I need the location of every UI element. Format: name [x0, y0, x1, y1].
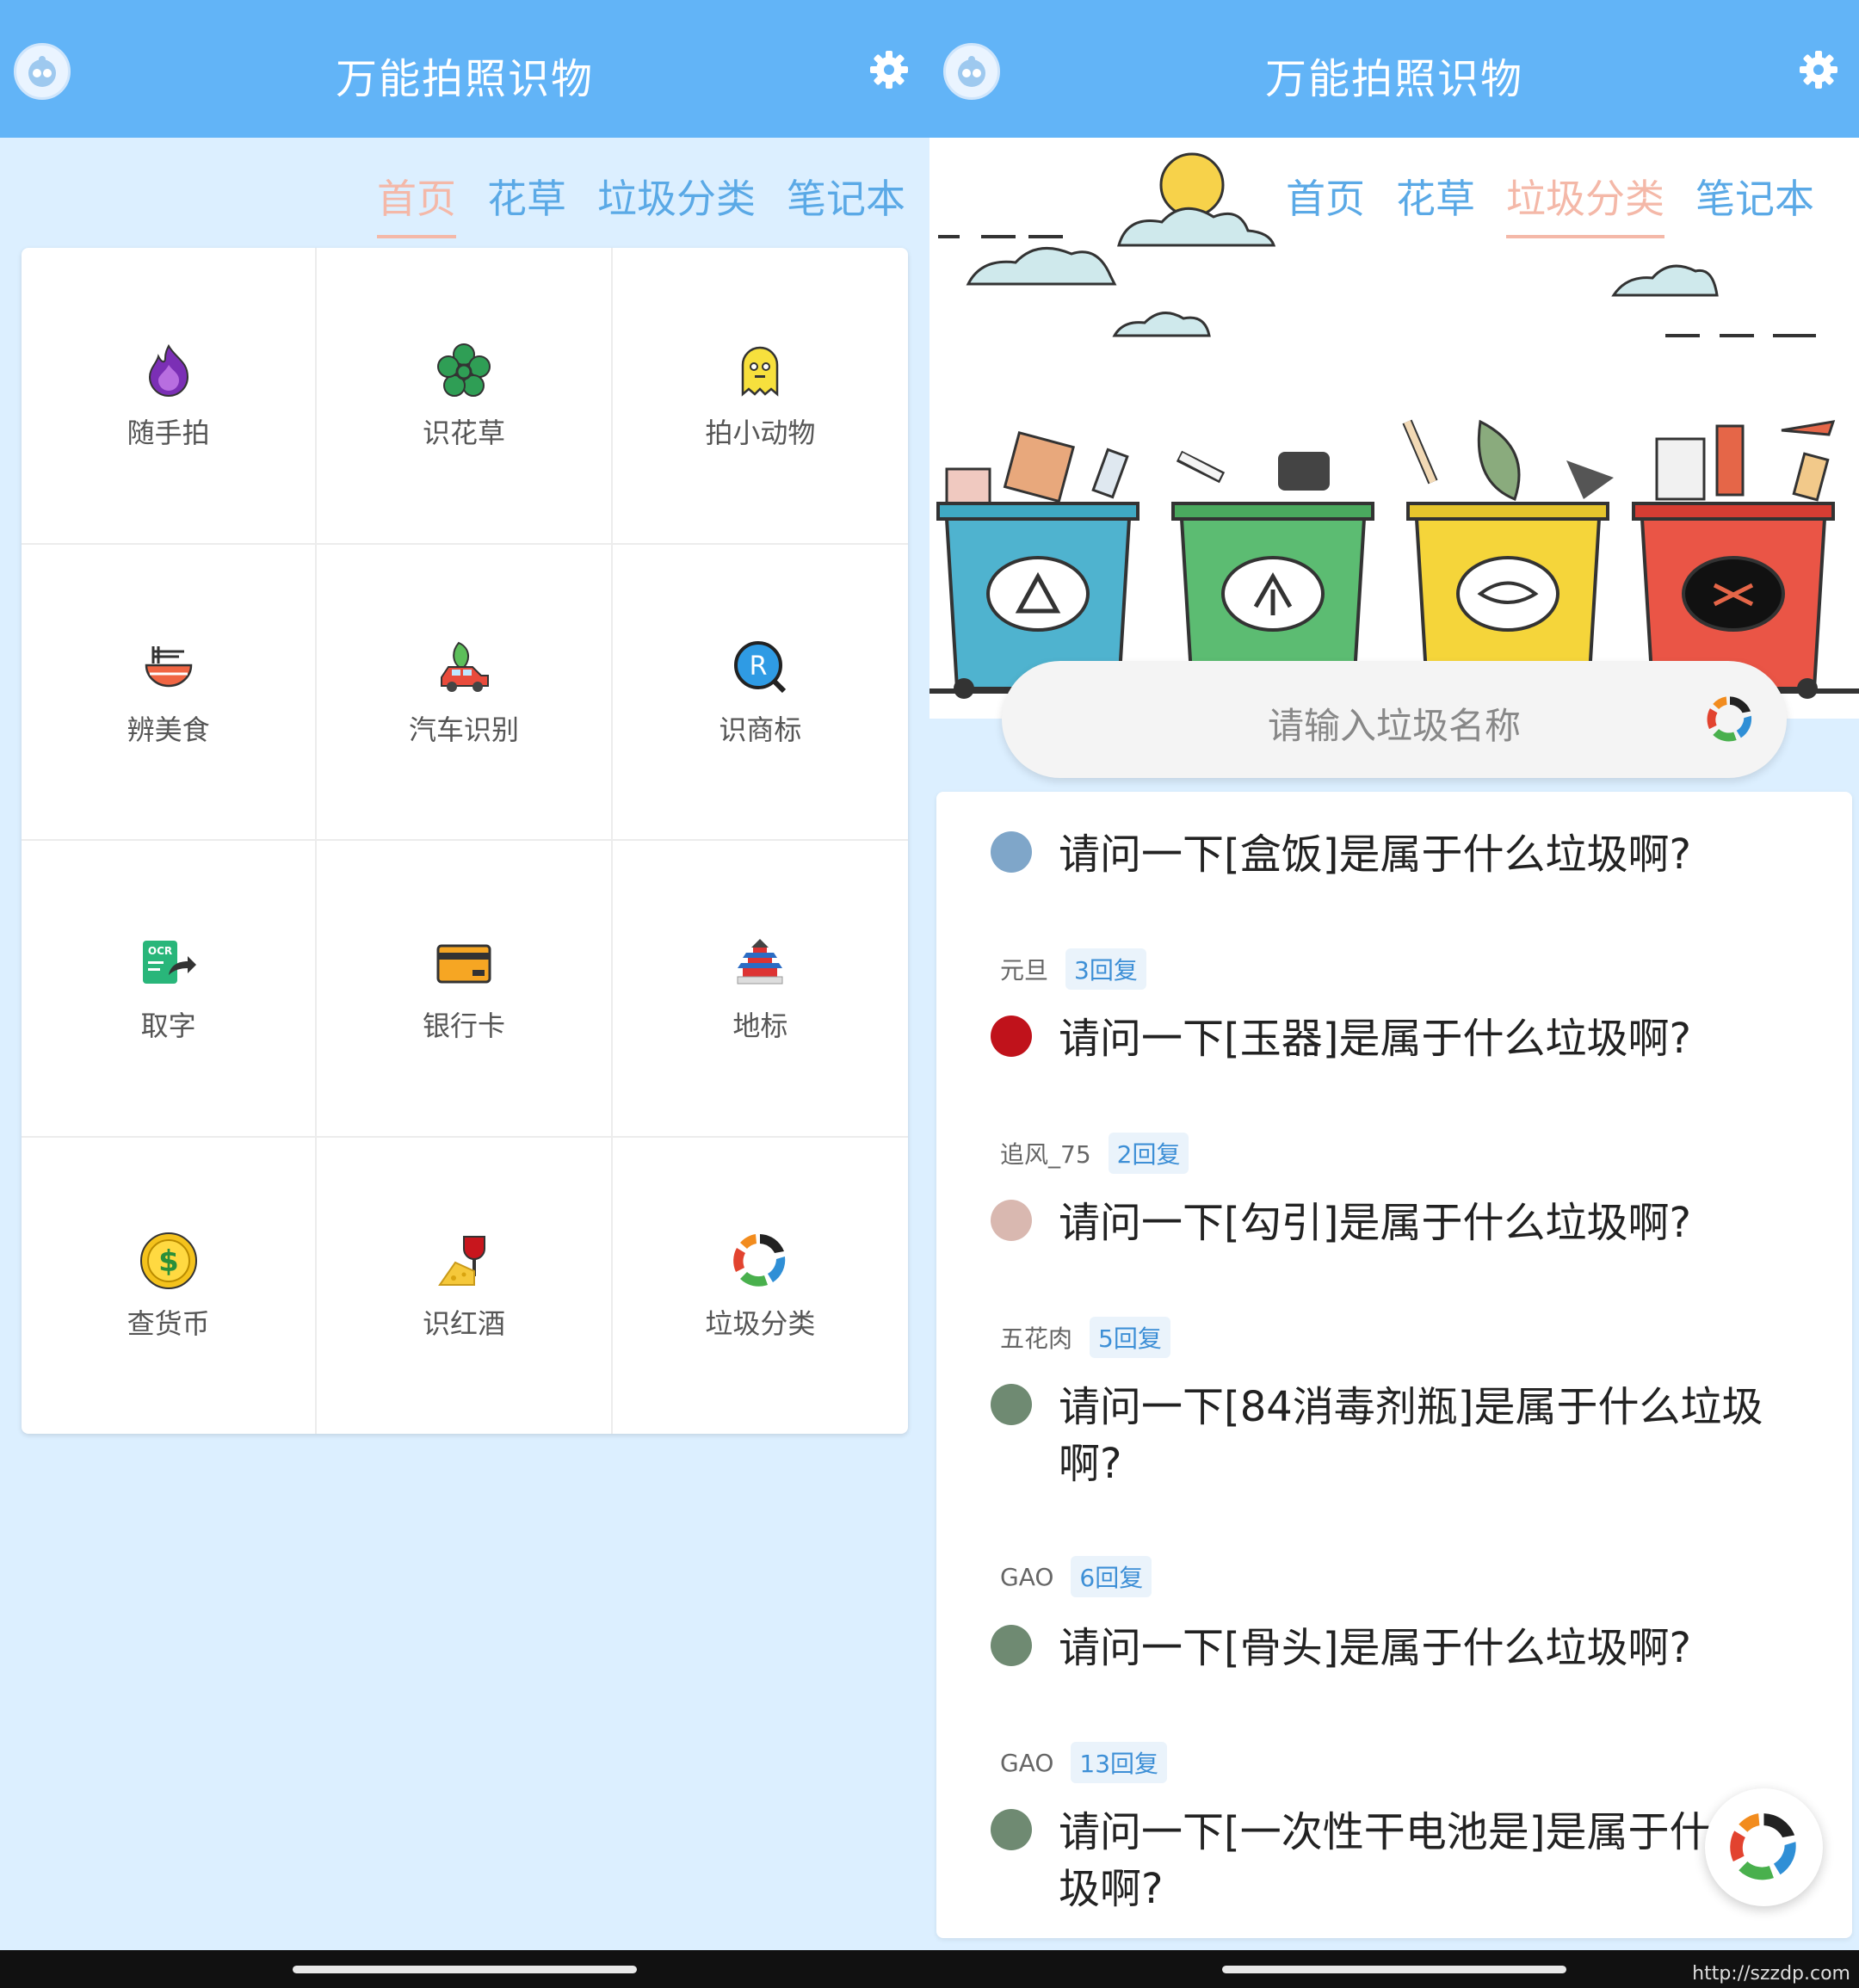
reply-count-badge: 6回复	[1071, 1556, 1152, 1597]
reply-count-badge: 3回复	[1065, 948, 1146, 990]
avatar	[991, 1384, 1032, 1425]
app-title: 万能拍照识物	[335, 55, 594, 103]
avatar	[991, 1809, 1032, 1850]
post-title: 请问一下[勾引]是属于什么垃圾啊?	[1059, 1199, 1691, 1247]
flower-icon	[436, 343, 491, 398]
reply-count-badge: 2回复	[1108, 1133, 1189, 1174]
post-meta: GAO 6回复	[1000, 1556, 1152, 1597]
post-author: GAO	[1000, 1562, 1054, 1591]
post-author: 五花肉	[1000, 1324, 1073, 1353]
home-screen: 万能拍照识物 首页 花草 垃圾分类 笔记本 随手拍 识花草 拍小动物 辨美食 汽…	[0, 0, 930, 1988]
recycle-icon[interactable]	[1704, 694, 1756, 745]
post-title: 请问一下[盒饭]是属于什么垃圾啊?	[1059, 830, 1691, 879]
post-author: GAO	[1000, 1748, 1054, 1777]
tab-flowers[interactable]: 花草	[1396, 168, 1475, 238]
tab-bar: 首页 花草 垃圾分类 笔记本	[377, 168, 905, 238]
app-bar: 万能拍照识物	[930, 0, 1859, 138]
app-bar: 万能拍照识物	[0, 0, 930, 138]
feature-label: 汽车识别	[408, 713, 519, 746]
tab-bar: 首页 花草 垃圾分类 笔记本	[1286, 168, 1814, 238]
dollar-coin-icon: $	[139, 1232, 197, 1289]
tab-flowers[interactable]: 花草	[487, 168, 566, 238]
search-placeholder: 请输入垃圾名称	[1267, 705, 1521, 747]
feature-garbage[interactable]: 垃圾分类	[613, 1138, 908, 1435]
ghost-icon	[742, 347, 779, 397]
svg-text:OCR: OCR	[148, 945, 172, 957]
feature-snap[interactable]: 随手拍	[22, 248, 318, 545]
feature-landmark[interactable]: 地标	[612, 841, 908, 1138]
post-title: 请问一下[一次性干电池是]是属于什么垃圾啊?	[1059, 1808, 1794, 1913]
feature-ocr[interactable]: OCR 取字	[22, 841, 318, 1138]
trademark-icon: R	[734, 640, 787, 693]
wine-cheese-icon	[438, 1235, 485, 1286]
svg-text:R: R	[750, 651, 768, 682]
system-nav-bar	[0, 1950, 930, 1988]
tab-home[interactable]: 首页	[1286, 168, 1365, 238]
feature-label: 垃圾分类	[705, 1306, 816, 1340]
feature-label: 随手拍	[127, 417, 210, 450]
post-author: 元旦	[1000, 956, 1049, 985]
post-meta: 五花肉 5回复	[1000, 1317, 1170, 1358]
avatar	[991, 1200, 1032, 1241]
feature-bankcard[interactable]: 银行卡	[317, 841, 613, 1138]
feature-wine[interactable]: 识红酒	[317, 1137, 613, 1434]
feature-label: 银行卡	[422, 1009, 505, 1043]
avatar	[991, 1625, 1032, 1666]
temple-icon	[737, 939, 783, 985]
feature-car[interactable]: 汽车识别	[317, 544, 613, 841]
recycle-icon	[1730, 1813, 1796, 1880]
feature-label: 识红酒	[422, 1306, 505, 1340]
ocr-icon: OCR	[142, 941, 196, 985]
feature-trademark[interactable]: R 识商标	[612, 545, 908, 841]
settings-gear-icon[interactable]	[868, 48, 911, 91]
bank-card-icon	[436, 944, 491, 984]
feature-grid: 随手拍 识花草 拍小动物 辨美食 汽车识别 R 识商标 OCR 取字 银行卡 地…	[22, 248, 908, 1434]
feature-label: 识商标	[719, 713, 802, 746]
post-meta: 元旦 3回复	[1000, 948, 1146, 990]
garbage-classify-fab[interactable]	[1705, 1788, 1823, 1906]
feature-label: 辨美食	[127, 713, 210, 746]
tab-garbage[interactable]: 垃圾分类	[597, 168, 756, 238]
watermark-url: http://szzdp.com	[1692, 1963, 1850, 1985]
reply-count-badge: 5回复	[1090, 1317, 1170, 1358]
svg-text:$: $	[158, 1244, 179, 1279]
home-indicator[interactable]	[1222, 1966, 1566, 1973]
post-meta: GAO 13回复	[1000, 1742, 1168, 1783]
app-title: 万能拍照识物	[1264, 55, 1523, 103]
avatar	[991, 1016, 1032, 1057]
feature-label: 取字	[140, 1009, 196, 1043]
feature-flower[interactable]: 识花草	[317, 248, 613, 545]
question-feed: 请问一下[盒饭]是属于什么垃圾啊? 元旦 3回复 请问一下[玉器]是属于什么垃圾…	[936, 792, 1852, 1938]
post-meta: 追风_75 2回复	[1000, 1133, 1189, 1174]
settings-gear-icon[interactable]	[1797, 48, 1840, 91]
feature-currency[interactable]: $ 查货币	[22, 1137, 318, 1434]
post-title: 请问一下[84消毒剂瓶]是属于什么垃圾啊?	[1059, 1383, 1763, 1488]
feature-label: 查货币	[127, 1306, 210, 1340]
post-title: 请问一下[玉器]是属于什么垃圾啊?	[1059, 1015, 1691, 1063]
reply-count-badge: 13回复	[1071, 1742, 1168, 1783]
tab-home[interactable]: 首页	[377, 168, 456, 238]
noodle-bowl-icon	[145, 645, 192, 687]
feature-animal[interactable]: 拍小动物	[612, 248, 908, 545]
tab-notebook[interactable]: 笔记本	[1695, 168, 1814, 238]
tab-notebook[interactable]: 笔记本	[787, 168, 905, 238]
tab-garbage[interactable]: 垃圾分类	[1506, 168, 1664, 238]
feature-label: 识花草	[422, 417, 505, 450]
car-icon	[440, 641, 489, 692]
home-indicator[interactable]	[293, 1966, 637, 1973]
post-title: 请问一下[骨头]是属于什么垃圾啊?	[1059, 1624, 1691, 1672]
garbage-search-input[interactable]: 请输入垃圾名称	[1002, 661, 1787, 778]
recycle-icon	[733, 1233, 786, 1287]
fire-icon	[148, 344, 188, 398]
feature-label: 地标	[732, 1009, 788, 1043]
post-author: 追风_75	[1000, 1140, 1091, 1169]
feature-food[interactable]: 辨美食	[22, 544, 318, 841]
garbage-screen: 万能拍照识物 首页 花草 垃圾分类 笔记本 请输入垃圾名称 请问一下[盒饭]是属…	[930, 0, 1859, 1988]
avatar	[991, 831, 1032, 873]
feature-label: 拍小动物	[705, 417, 816, 450]
